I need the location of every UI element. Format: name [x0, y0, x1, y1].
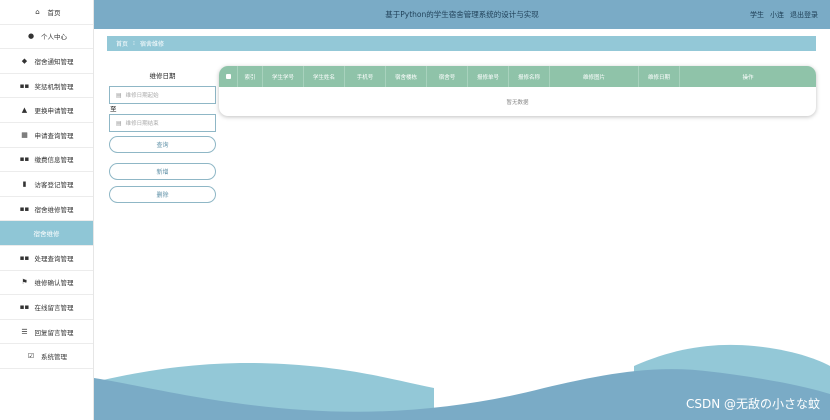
column-header[interactable]: 报修名称	[509, 66, 550, 87]
sidebar-item-label: 奖惩机制管理	[34, 82, 74, 91]
top-header: 基于Python的学生宿舍管理系统的设计与实现 学生 小连 退出登录	[94, 0, 830, 29]
start-placeholder: 维修日期起始	[125, 93, 159, 99]
sidebar-item-label: 维修确认管理	[34, 279, 74, 288]
select-all-checkbox[interactable]	[225, 74, 231, 79]
sidebar-item-label: 宿舍维修	[33, 230, 60, 239]
sidebar-item-online-message[interactable]: ▪▪ 在线留言管理	[0, 295, 93, 320]
column-header[interactable]: 报修单号	[468, 66, 509, 87]
sidebar-item-reward-punish[interactable]: ▪▪ 奖惩机制管理	[0, 74, 93, 99]
sidebar: ⌂ 首页 ● 个人中心 ◆ 宿舍通知管理 ▪▪ 奖惩机制管理 ▲ 更换申请管理 …	[0, 0, 94, 420]
sidebar-item-dorm-repair[interactable]: 宿舍维修	[0, 221, 93, 246]
breadcrumb: 首页 ⁝ 宿舍维修	[107, 36, 816, 51]
sidebar-item-label: 缴费信息管理	[34, 156, 74, 165]
sidebar-item-label: 申请查询管理	[34, 131, 74, 140]
breadcrumb-separator: ⁝	[133, 40, 135, 47]
grid-icon: ▪▪	[19, 253, 30, 262]
column-header[interactable]: 学生姓名	[304, 66, 345, 87]
sidebar-item-label: 处理查询管理	[34, 254, 74, 263]
calendar-icon: ▤	[116, 91, 122, 99]
list-icon: ☰	[21, 327, 28, 336]
grid-icon: ▪▪	[19, 204, 30, 213]
sidebar-item-dorm-notice[interactable]: ◆ 宿舍通知管理	[0, 49, 93, 74]
grid-icon: ▪▪	[19, 302, 30, 311]
table-empty-text: 暂无数据	[506, 99, 529, 106]
column-header[interactable]: 索引	[238, 66, 263, 87]
filter-panel: 维修日期 ▤ 维修日期起始 至 ▤ 维修日期结束 查询 新增 删除	[109, 70, 216, 203]
sidebar-item-visitor[interactable]: ▮ 访客登记管理	[0, 172, 93, 197]
table-header: 索引 学生学号 学生姓名 手机号 宿舍楼栋 宿舍号 报修单号 报修名称 维修图片…	[219, 66, 816, 87]
user-icon: ●	[27, 32, 35, 41]
query-button[interactable]: 查询	[109, 136, 216, 153]
sidebar-item-change-request[interactable]: ▲ 更换申请管理	[0, 98, 93, 123]
user-info: 学生 小连 退出登录	[750, 0, 818, 29]
select-all-cell	[219, 66, 238, 87]
repair-date-end-input[interactable]: ▤ 维修日期结束	[109, 114, 216, 132]
grid-icon: ▪▪	[19, 155, 30, 164]
sidebar-item-label: 宿舍通知管理	[34, 57, 74, 66]
repair-date-start-input[interactable]: ▤ 维修日期起始	[109, 86, 216, 104]
add-button[interactable]: 新增	[109, 163, 216, 180]
delete-button[interactable]: 删除	[109, 186, 216, 203]
column-header[interactable]: 维修图片	[550, 66, 639, 87]
sidebar-item-process-query[interactable]: ▪▪ 处理查询管理	[0, 246, 93, 271]
breadcrumb-current: 宿舍维修	[139, 41, 164, 48]
column-header: 操作	[742, 74, 754, 81]
logout-button[interactable]: 退出登录	[790, 10, 818, 20]
column-header[interactable]: 学生学号	[263, 66, 304, 87]
clipboard-icon: ▮	[22, 179, 27, 188]
data-table: 索引 学生学号 学生姓名 手机号 宿舍楼栋 宿舍号 报修单号 报修名称 维修图片…	[219, 66, 816, 116]
column-header[interactable]: 宿舍楼栋	[386, 66, 427, 87]
sidebar-item-label: 宿舍维修管理	[34, 205, 74, 214]
sidebar-item-reply-message[interactable]: ☰ 回复留言管理	[0, 320, 93, 345]
home-icon: ⌂	[35, 7, 40, 16]
sidebar-item-payment[interactable]: ▪▪ 缴费信息管理	[0, 148, 93, 173]
sidebar-item-dorm-repair-manage[interactable]: ▪▪ 宿舍维修管理	[0, 197, 93, 222]
check-icon: ☑	[27, 352, 35, 361]
table-icon: ▦	[21, 130, 28, 139]
sidebar-item-label: 个人中心	[41, 33, 67, 42]
column-header[interactable]: 手机号	[345, 66, 386, 87]
app-root: ⌂ 首页 ● 个人中心 ◆ 宿舍通知管理 ▪▪ 奖惩机制管理 ▲ 更换申请管理 …	[0, 0, 830, 420]
sidebar-item-repair-confirm[interactable]: ⚑ 维修确认管理	[0, 271, 93, 296]
sidebar-item-system[interactable]: ☑ 系统管理	[0, 344, 93, 369]
flag-icon: ⚑	[21, 278, 28, 287]
sidebar-item-label: 系统管理	[41, 353, 67, 362]
sidebar-item-profile[interactable]: ● 个人中心	[0, 25, 93, 50]
sidebar-item-label: 首页	[47, 8, 61, 17]
app-title: 基于Python的学生宿舍管理系统的设计与实现	[385, 10, 539, 19]
end-placeholder: 维修日期结束	[125, 121, 159, 127]
column-header[interactable]: 维修日期	[639, 66, 680, 87]
sidebar-item-home[interactable]: ⌂ 首页	[0, 0, 93, 25]
watermark: CSDN @无敌の小さな蚊	[685, 397, 820, 411]
thumb-icon: ▲	[21, 106, 28, 115]
breadcrumb-home[interactable]: 首页	[116, 39, 128, 48]
column-header[interactable]: 宿舍号	[427, 66, 468, 87]
tag-icon: ◆	[21, 56, 28, 65]
date-range-to-label: 至	[110, 105, 117, 113]
user-role: 学生	[750, 10, 764, 19]
sidebar-item-request-query[interactable]: ▦ 申请查询管理	[0, 123, 93, 148]
sidebar-item-label: 更换申请管理	[34, 107, 74, 116]
user-name: 小连	[770, 10, 784, 19]
sidebar-item-label: 回复留言管理	[34, 328, 74, 337]
sidebar-item-label: 访客登记管理	[34, 180, 74, 189]
grid-icon: ▪▪	[19, 81, 30, 90]
calendar-icon: ▤	[116, 119, 122, 127]
sidebar-item-label: 在线留言管理	[34, 303, 74, 312]
repair-date-label: 维修日期	[149, 72, 176, 80]
